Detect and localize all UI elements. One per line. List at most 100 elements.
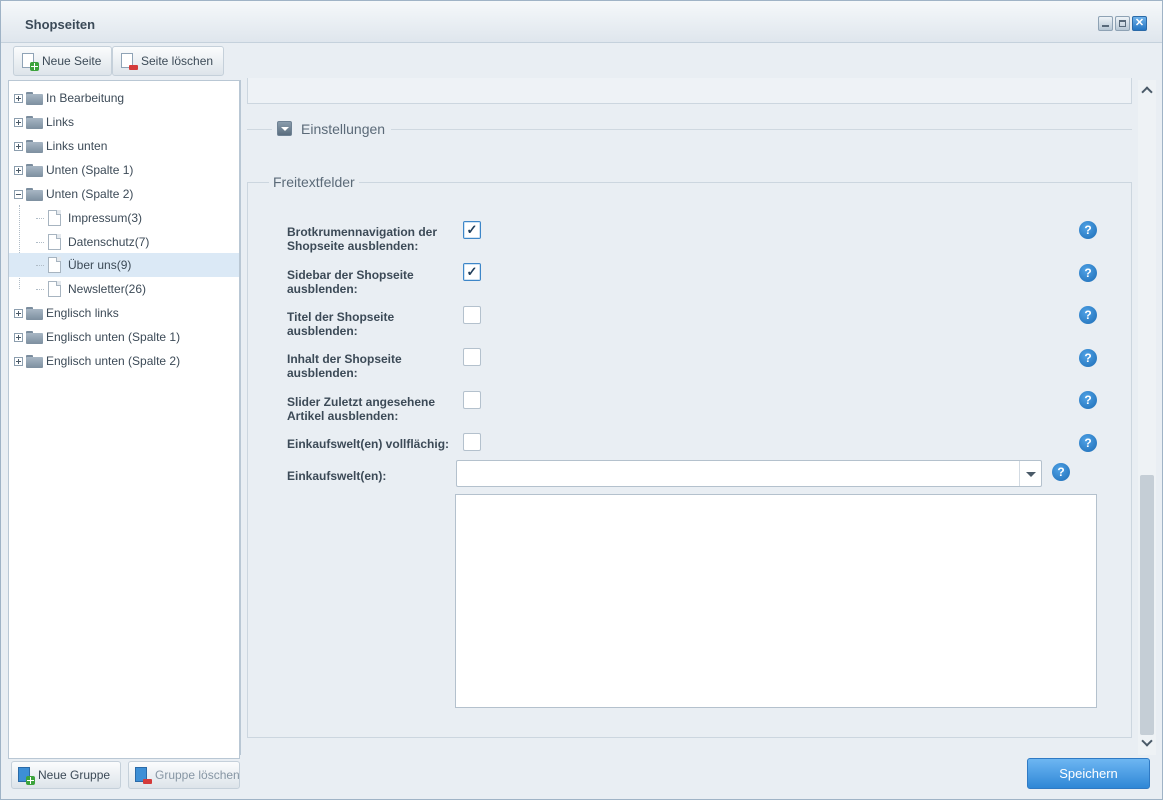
tree-item-label: Newsletter(26): [68, 282, 147, 296]
new-page-label: Neue Seite: [42, 54, 102, 68]
help-icon[interactable]: ?: [1079, 264, 1097, 282]
help-icon[interactable]: ?: [1052, 463, 1070, 481]
shopping-worlds-list[interactable]: [455, 494, 1097, 708]
content-hide-checkbox[interactable]: [463, 348, 481, 366]
fullwidth-label: Einkaufswelt(en) vollflächig:: [287, 437, 450, 451]
page-icon: [48, 281, 61, 297]
shopseiten-window: Shopseiten ✕ Neue Seite Seite löschen In…: [0, 0, 1163, 800]
tree-item-englisch-links[interactable]: Englisch links: [9, 301, 239, 325]
title-hide-checkbox[interactable]: [463, 306, 481, 324]
help-icon[interactable]: ?: [1079, 221, 1097, 239]
title-hide-label: Titel der Shopseite ausblenden:: [287, 310, 395, 338]
tree-item-datenschutz[interactable]: Datenschutz(7): [9, 230, 239, 254]
tree-item-label: Englisch unten (Spalte 2): [46, 354, 181, 368]
tree-item-label: Englisch links: [46, 306, 119, 320]
page-icon: [48, 210, 61, 226]
minimize-icon[interactable]: [1098, 16, 1113, 31]
folder-icon: [26, 306, 43, 320]
folder-icon: [26, 330, 43, 344]
expand-icon[interactable]: [14, 117, 23, 127]
page-icon: [48, 234, 61, 250]
breadcrumb-hide-label: Brotkrumennavigation der Shopseite ausbl…: [287, 225, 438, 253]
folder-icon: [26, 91, 43, 105]
window-titlebar[interactable]: Shopseiten ✕: [1, 1, 1162, 43]
freetext-fieldset: Freitextfelder Brotkrumennavigation der …: [247, 174, 1132, 738]
tree-item-unten-spalte-2[interactable]: Unten (Spalte 2): [9, 182, 239, 206]
slider-hide-checkbox[interactable]: [463, 391, 481, 409]
page-add-icon: [22, 53, 39, 71]
delete-page-label: Seite löschen: [141, 54, 214, 68]
tree-item-links-unten[interactable]: Links unten: [9, 134, 239, 158]
expand-icon[interactable]: [14, 93, 23, 103]
delete-group-label: Gruppe löschen: [155, 768, 240, 782]
tree-item-newsletter[interactable]: Newsletter(26): [9, 277, 239, 301]
expand-icon[interactable]: [14, 332, 23, 342]
tree-item-label: In Bearbeitung: [46, 91, 125, 105]
folder-icon: [26, 354, 43, 368]
shopping-worlds-label: Einkaufswelt(en):: [287, 469, 387, 483]
freetext-legend: Freitextfelder: [269, 174, 359, 190]
settings-legend[interactable]: Einstellungen: [297, 121, 390, 137]
tree-item-label: Über uns(9): [68, 258, 132, 272]
tree-item-label: Links unten: [46, 139, 108, 153]
tree-item-label: Unten (Spalte 1): [46, 163, 134, 177]
help-icon[interactable]: ?: [1079, 391, 1097, 409]
expand-icon[interactable]: [14, 141, 23, 151]
tree-item-in-bearbeitung[interactable]: In Bearbeitung: [9, 86, 239, 110]
checkmark-icon: ✓: [466, 222, 478, 237]
folder-icon: [26, 163, 43, 177]
breadcrumb-hide-checkbox[interactable]: ✓: [463, 221, 481, 239]
fullwidth-checkbox[interactable]: [463, 433, 481, 451]
tree-item-englisch-unten-spalte-1[interactable]: Englisch unten (Spalte 1): [9, 325, 239, 349]
window-controls: ✕: [1098, 16, 1147, 31]
tree-item-label: Englisch unten (Spalte 1): [46, 330, 181, 344]
folder-open-icon: [26, 187, 43, 201]
shopping-worlds-combobox[interactable]: [456, 460, 1042, 487]
collapse-icon[interactable]: [14, 189, 23, 199]
tree-item-ueber-uns[interactable]: Über uns(9): [9, 253, 239, 277]
expand-icon[interactable]: [14, 165, 23, 175]
expand-icon[interactable]: [14, 308, 23, 318]
help-icon[interactable]: ?: [1079, 306, 1097, 324]
sidebar-hide-label: Sidebar der Shopseite ausblenden:: [287, 268, 414, 296]
expand-icon[interactable]: [14, 356, 23, 366]
tree-item-label: Links: [46, 115, 75, 129]
delete-page-button[interactable]: Seite löschen: [112, 46, 225, 76]
sidebar-hide-checkbox[interactable]: ✓: [463, 263, 481, 281]
group-delete-icon: [135, 767, 152, 784]
scroll-down-icon[interactable]: [1138, 735, 1156, 753]
expand-settings-icon[interactable]: [277, 121, 292, 136]
tree-item-impressum[interactable]: Impressum(3): [9, 206, 239, 230]
detail-panel: Einstellungen Freitextfelder Brotkrumenn…: [240, 78, 1157, 755]
content-fieldset-bottom: [247, 78, 1132, 104]
close-icon[interactable]: ✕: [1132, 16, 1147, 31]
chevron-down-icon[interactable]: [1019, 461, 1041, 486]
tree-item-englisch-unten-spalte-2[interactable]: Englisch unten (Spalte 2): [9, 349, 239, 373]
page-delete-icon: [121, 53, 138, 70]
tree-item-links[interactable]: Links: [9, 110, 239, 134]
scrollbar[interactable]: [1138, 80, 1156, 755]
page-icon: [48, 257, 61, 273]
new-group-button[interactable]: Neue Gruppe: [11, 761, 121, 789]
delete-group-button[interactable]: Gruppe löschen: [128, 761, 240, 789]
scrollbar-thumb[interactable]: [1140, 475, 1154, 735]
help-icon[interactable]: ?: [1079, 349, 1097, 367]
folder-icon: [26, 115, 43, 129]
page-tree: In Bearbeitung Links Links unten Unten (…: [8, 80, 240, 759]
scroll-up-icon[interactable]: [1138, 82, 1156, 100]
save-button[interactable]: Speichern: [1027, 758, 1150, 789]
toolbar: Neue Seite Seite löschen: [9, 44, 239, 78]
slider-hide-label: Slider Zuletzt angesehene Artikel ausble…: [287, 395, 436, 423]
checkmark-icon: ✓: [466, 264, 478, 279]
new-group-label: Neue Gruppe: [38, 768, 111, 782]
folder-icon: [26, 139, 43, 153]
help-icon[interactable]: ?: [1079, 434, 1097, 452]
tree-item-unten-spalte-1[interactable]: Unten (Spalte 1): [9, 158, 239, 182]
footer: Speichern: [240, 756, 1157, 796]
tree-item-label: Unten (Spalte 2): [46, 187, 134, 201]
group-toolbar: Neue Gruppe Gruppe löschen: [8, 760, 240, 790]
maximize-icon[interactable]: [1115, 16, 1130, 31]
window-title: Shopseiten: [25, 17, 96, 32]
content-hide-label: Inhalt der Shopseite ausblenden:: [287, 352, 402, 380]
new-page-button[interactable]: Neue Seite: [13, 46, 113, 76]
